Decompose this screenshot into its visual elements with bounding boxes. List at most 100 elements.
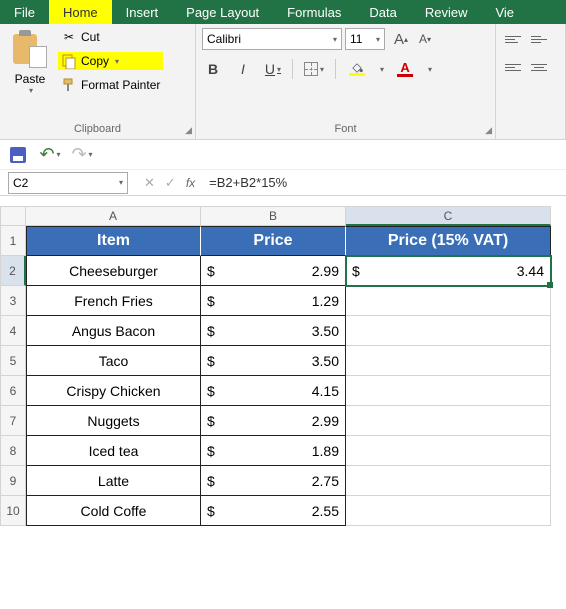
cell[interactable] <box>346 346 551 376</box>
tab-file[interactable]: File <box>0 0 49 24</box>
cell[interactable]: $2.99 <box>201 406 346 436</box>
undo-button[interactable]: ↶▾ <box>38 143 62 167</box>
row-header[interactable]: 10 <box>0 496 26 526</box>
increase-font-button[interactable]: A▴ <box>390 28 412 50</box>
cell-header[interactable]: Item <box>26 226 201 256</box>
row-header[interactable]: 1 <box>0 226 26 256</box>
tab-data[interactable]: Data <box>355 0 410 24</box>
column-header[interactable]: C <box>346 206 551 226</box>
column-header[interactable]: B <box>201 206 346 226</box>
name-box-value: C2 <box>13 176 28 190</box>
cell-header[interactable]: Price <box>201 226 346 256</box>
chevron-down-icon[interactable]: ▾ <box>115 57 119 66</box>
cell[interactable]: $2.55 <box>201 496 346 526</box>
redo-button[interactable]: ↷▾ <box>70 143 94 167</box>
paste-icon <box>13 28 47 68</box>
save-button[interactable] <box>6 143 30 167</box>
cut-label: Cut <box>81 30 100 44</box>
cell[interactable]: Taco <box>26 346 201 376</box>
cell[interactable] <box>346 436 551 466</box>
cell[interactable] <box>346 466 551 496</box>
tab-insert[interactable]: Insert <box>112 0 173 24</box>
tab-review[interactable]: Review <box>411 0 482 24</box>
enter-formula-icon[interactable]: ✓ <box>165 175 176 191</box>
cancel-formula-icon[interactable]: ✕ <box>144 175 155 191</box>
row-header[interactable]: 8 <box>0 436 26 466</box>
chevron-down-icon[interactable]: ▾ <box>29 86 33 95</box>
row-header[interactable]: 7 <box>0 406 26 436</box>
font-color-button[interactable]: A <box>392 58 418 80</box>
paste-button[interactable]: Paste ▾ <box>6 28 54 123</box>
cell-header[interactable]: Price (15% VAT) <box>346 226 551 256</box>
cell[interactable] <box>346 376 551 406</box>
cell[interactable]: French Fries <box>26 286 201 316</box>
row-header[interactable]: 3 <box>0 286 26 316</box>
cell[interactable]: Cold Coffe <box>26 496 201 526</box>
fx-icon[interactable]: fx <box>186 176 195 190</box>
align-left-button[interactable] <box>502 56 524 78</box>
cell[interactable] <box>346 316 551 346</box>
cell[interactable] <box>346 286 551 316</box>
font-size-select[interactable]: 11 ▾ <box>345 28 385 50</box>
column-header[interactable]: A <box>26 206 201 226</box>
bucket-icon <box>350 63 364 73</box>
chevron-down-icon[interactable]: ▾ <box>380 65 384 74</box>
fill-color-button[interactable] <box>344 58 370 80</box>
row-header[interactable]: 4 <box>0 316 26 346</box>
tab-view[interactable]: Vie <box>481 0 528 24</box>
cell[interactable]: $3.50 <box>201 316 346 346</box>
font-size-value: 11 <box>350 32 362 46</box>
cell[interactable]: $3.50 <box>201 346 346 376</box>
row-header[interactable]: 6 <box>0 376 26 406</box>
cell[interactable]: Nuggets <box>26 406 201 436</box>
format-painter-button[interactable]: Format Painter <box>58 76 163 94</box>
cell[interactable]: Angus Bacon <box>26 316 201 346</box>
borders-button[interactable]: ▾ <box>301 58 327 80</box>
bold-button[interactable]: B <box>202 58 224 80</box>
dialog-launcher-icon[interactable]: ◢ <box>185 125 192 136</box>
group-alignment <box>496 24 566 139</box>
tab-home[interactable]: Home <box>49 0 112 24</box>
cell[interactable]: Crispy Chicken <box>26 376 201 406</box>
brush-icon <box>61 77 77 93</box>
spreadsheet-grid: A B C 1 Item Price Price (15% VAT) 2Chee… <box>0 206 566 526</box>
cell[interactable]: $2.99 <box>201 256 346 286</box>
copy-label: Copy <box>81 54 109 68</box>
cell[interactable]: $1.29 <box>201 286 346 316</box>
dialog-launcher-icon[interactable]: ◢ <box>485 125 492 136</box>
undo-icon: ↶ <box>39 144 54 165</box>
align-middle-button[interactable] <box>528 28 550 50</box>
active-cell[interactable]: $3.44 <box>346 256 551 286</box>
cell[interactable]: $1.89 <box>201 436 346 466</box>
tab-formulas[interactable]: Formulas <box>273 0 355 24</box>
align-center-button[interactable] <box>528 56 550 78</box>
align-top-button[interactable] <box>502 28 524 50</box>
copy-button[interactable]: Copy ▾ <box>58 52 163 70</box>
group-label: Clipboard <box>6 123 189 137</box>
row-header[interactable]: 9 <box>0 466 26 496</box>
cell[interactable]: $4.15 <box>201 376 346 406</box>
format-painter-label: Format Painter <box>81 78 160 92</box>
cell[interactable]: $2.75 <box>201 466 346 496</box>
name-box[interactable]: C2 ▾ <box>8 172 128 194</box>
italic-button[interactable]: I <box>232 58 254 80</box>
font-name-select[interactable]: Calibri ▾ <box>202 28 342 50</box>
formula-bar: C2 ▾ ✕ ✓ fx =B2+B2*15% <box>0 170 566 196</box>
chevron-down-icon: ▾ <box>333 35 337 44</box>
formula-input[interactable]: =B2+B2*15% <box>203 175 566 190</box>
decrease-font-button[interactable]: A▾ <box>414 28 436 50</box>
row-header[interactable]: 5 <box>0 346 26 376</box>
cell[interactable]: Cheeseburger <box>26 256 201 286</box>
chevron-down-icon[interactable]: ▾ <box>428 65 432 74</box>
cell[interactable]: Latte <box>26 466 201 496</box>
underline-button[interactable]: U▾ <box>262 58 284 80</box>
cell[interactable]: Iced tea <box>26 436 201 466</box>
ribbon-tabs: File Home Insert Page Layout Formulas Da… <box>0 0 566 24</box>
group-clipboard: Paste ▾ ✂ Cut Copy ▾ <box>0 24 196 139</box>
select-all-corner[interactable] <box>0 206 26 226</box>
cut-button[interactable]: ✂ Cut <box>58 28 163 46</box>
cell[interactable] <box>346 496 551 526</box>
tab-page-layout[interactable]: Page Layout <box>172 0 273 24</box>
row-header[interactable]: 2 <box>0 256 26 286</box>
cell[interactable] <box>346 406 551 436</box>
